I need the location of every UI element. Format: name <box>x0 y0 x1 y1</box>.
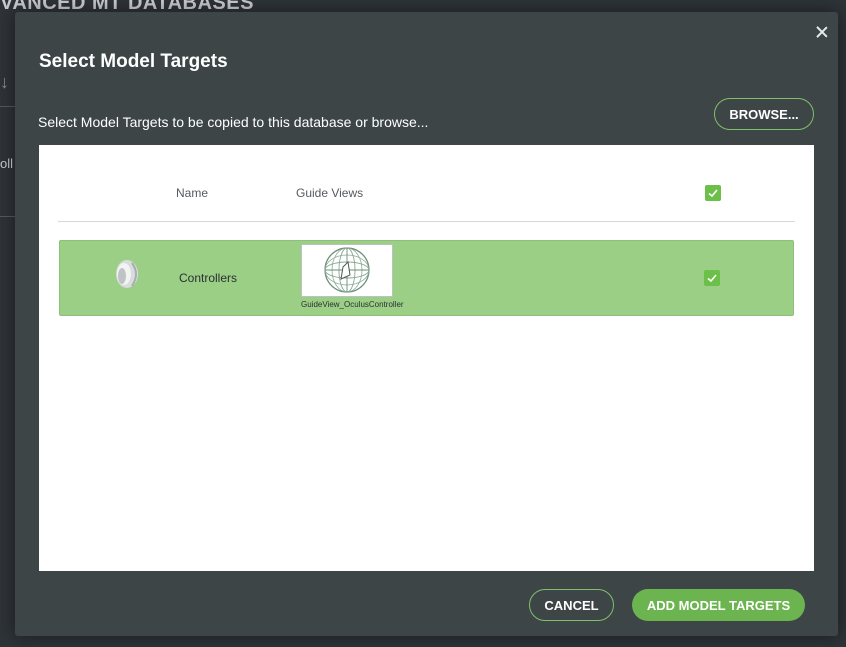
browse-button[interactable]: BROWSE... <box>714 98 814 130</box>
row-select-checkbox[interactable] <box>704 270 720 286</box>
select-model-targets-dialog: Select Model Targets Select Model Target… <box>15 12 838 636</box>
table-row[interactable]: Controllers GuideView_OculusController <box>59 240 794 316</box>
guide-view-thumbnail <box>301 244 393 297</box>
check-icon <box>708 189 718 198</box>
dialog-subtitle: Select Model Targets to be copied to thi… <box>38 114 429 130</box>
add-model-targets-button[interactable]: ADD MODEL TARGETS <box>632 589 805 621</box>
background-divider <box>0 216 16 217</box>
model-target-name: Controllers <box>179 271 238 285</box>
arrow-down-icon: ↓ <box>0 72 9 92</box>
check-icon <box>707 274 717 283</box>
table-header-divider <box>58 221 795 222</box>
column-header-guide-views: Guide Views <box>296 186 364 200</box>
cancel-button[interactable]: CANCEL <box>529 589 614 621</box>
column-header-name: Name <box>176 186 209 200</box>
dialog-title: Select Model Targets <box>39 51 228 72</box>
select-all-checkbox[interactable] <box>705 185 721 201</box>
model-targets-table: Name Guide Views Controllers GuideView_O… <box>39 145 814 571</box>
guide-view-caption: GuideView_OculusController <box>301 300 404 309</box>
background-divider <box>0 106 16 107</box>
background-row-text: oll <box>0 156 14 171</box>
model-thumbnail <box>110 257 142 291</box>
close-icon[interactable] <box>814 24 830 40</box>
